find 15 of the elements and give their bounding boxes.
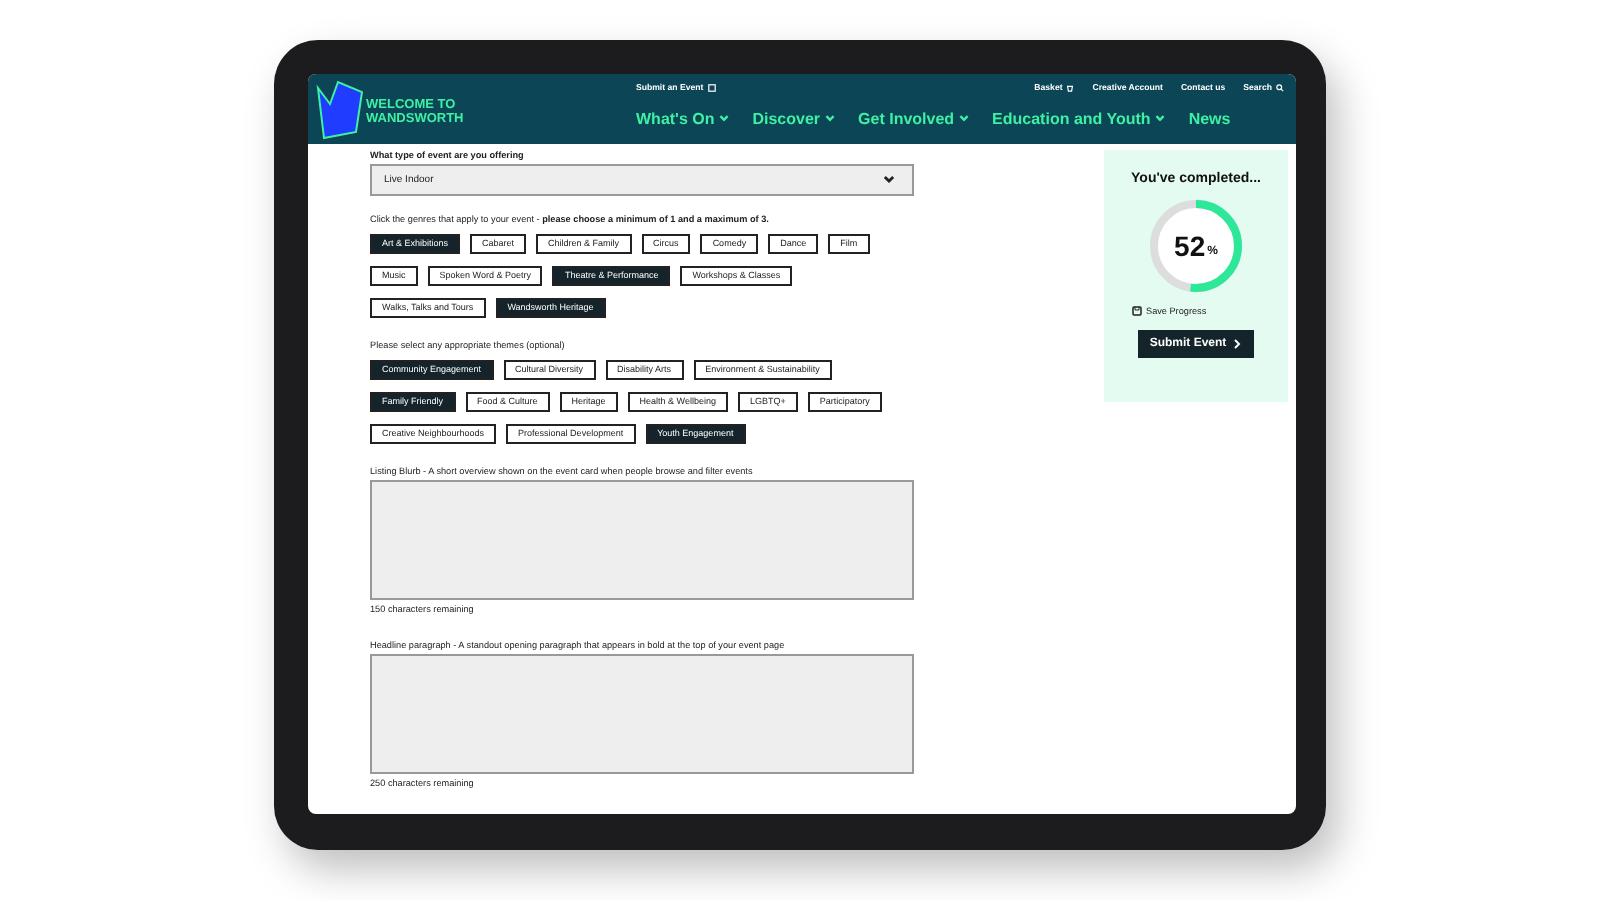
chevron-right-icon — [1232, 338, 1243, 350]
percent-value: 52 — [1174, 230, 1206, 262]
nav-link[interactable]: News — [1188, 109, 1231, 127]
edit-icon — [707, 83, 716, 91]
logo-shape-icon — [316, 80, 364, 140]
nav-link[interactable]: Get Involved — [858, 109, 971, 127]
nav-link[interactable]: What's On — [636, 109, 731, 127]
search-icon — [1276, 83, 1284, 91]
basket-icon — [1066, 83, 1075, 91]
nav-link[interactable]: Discover — [752, 109, 837, 127]
nav-link[interactable]: Education and Youth — [992, 109, 1167, 127]
save-icon — [1132, 306, 1142, 316]
text-area-field[interactable] — [370, 653, 914, 775]
text-area-field[interactable] — [370, 479, 914, 600]
caret-icon — [882, 172, 896, 187]
